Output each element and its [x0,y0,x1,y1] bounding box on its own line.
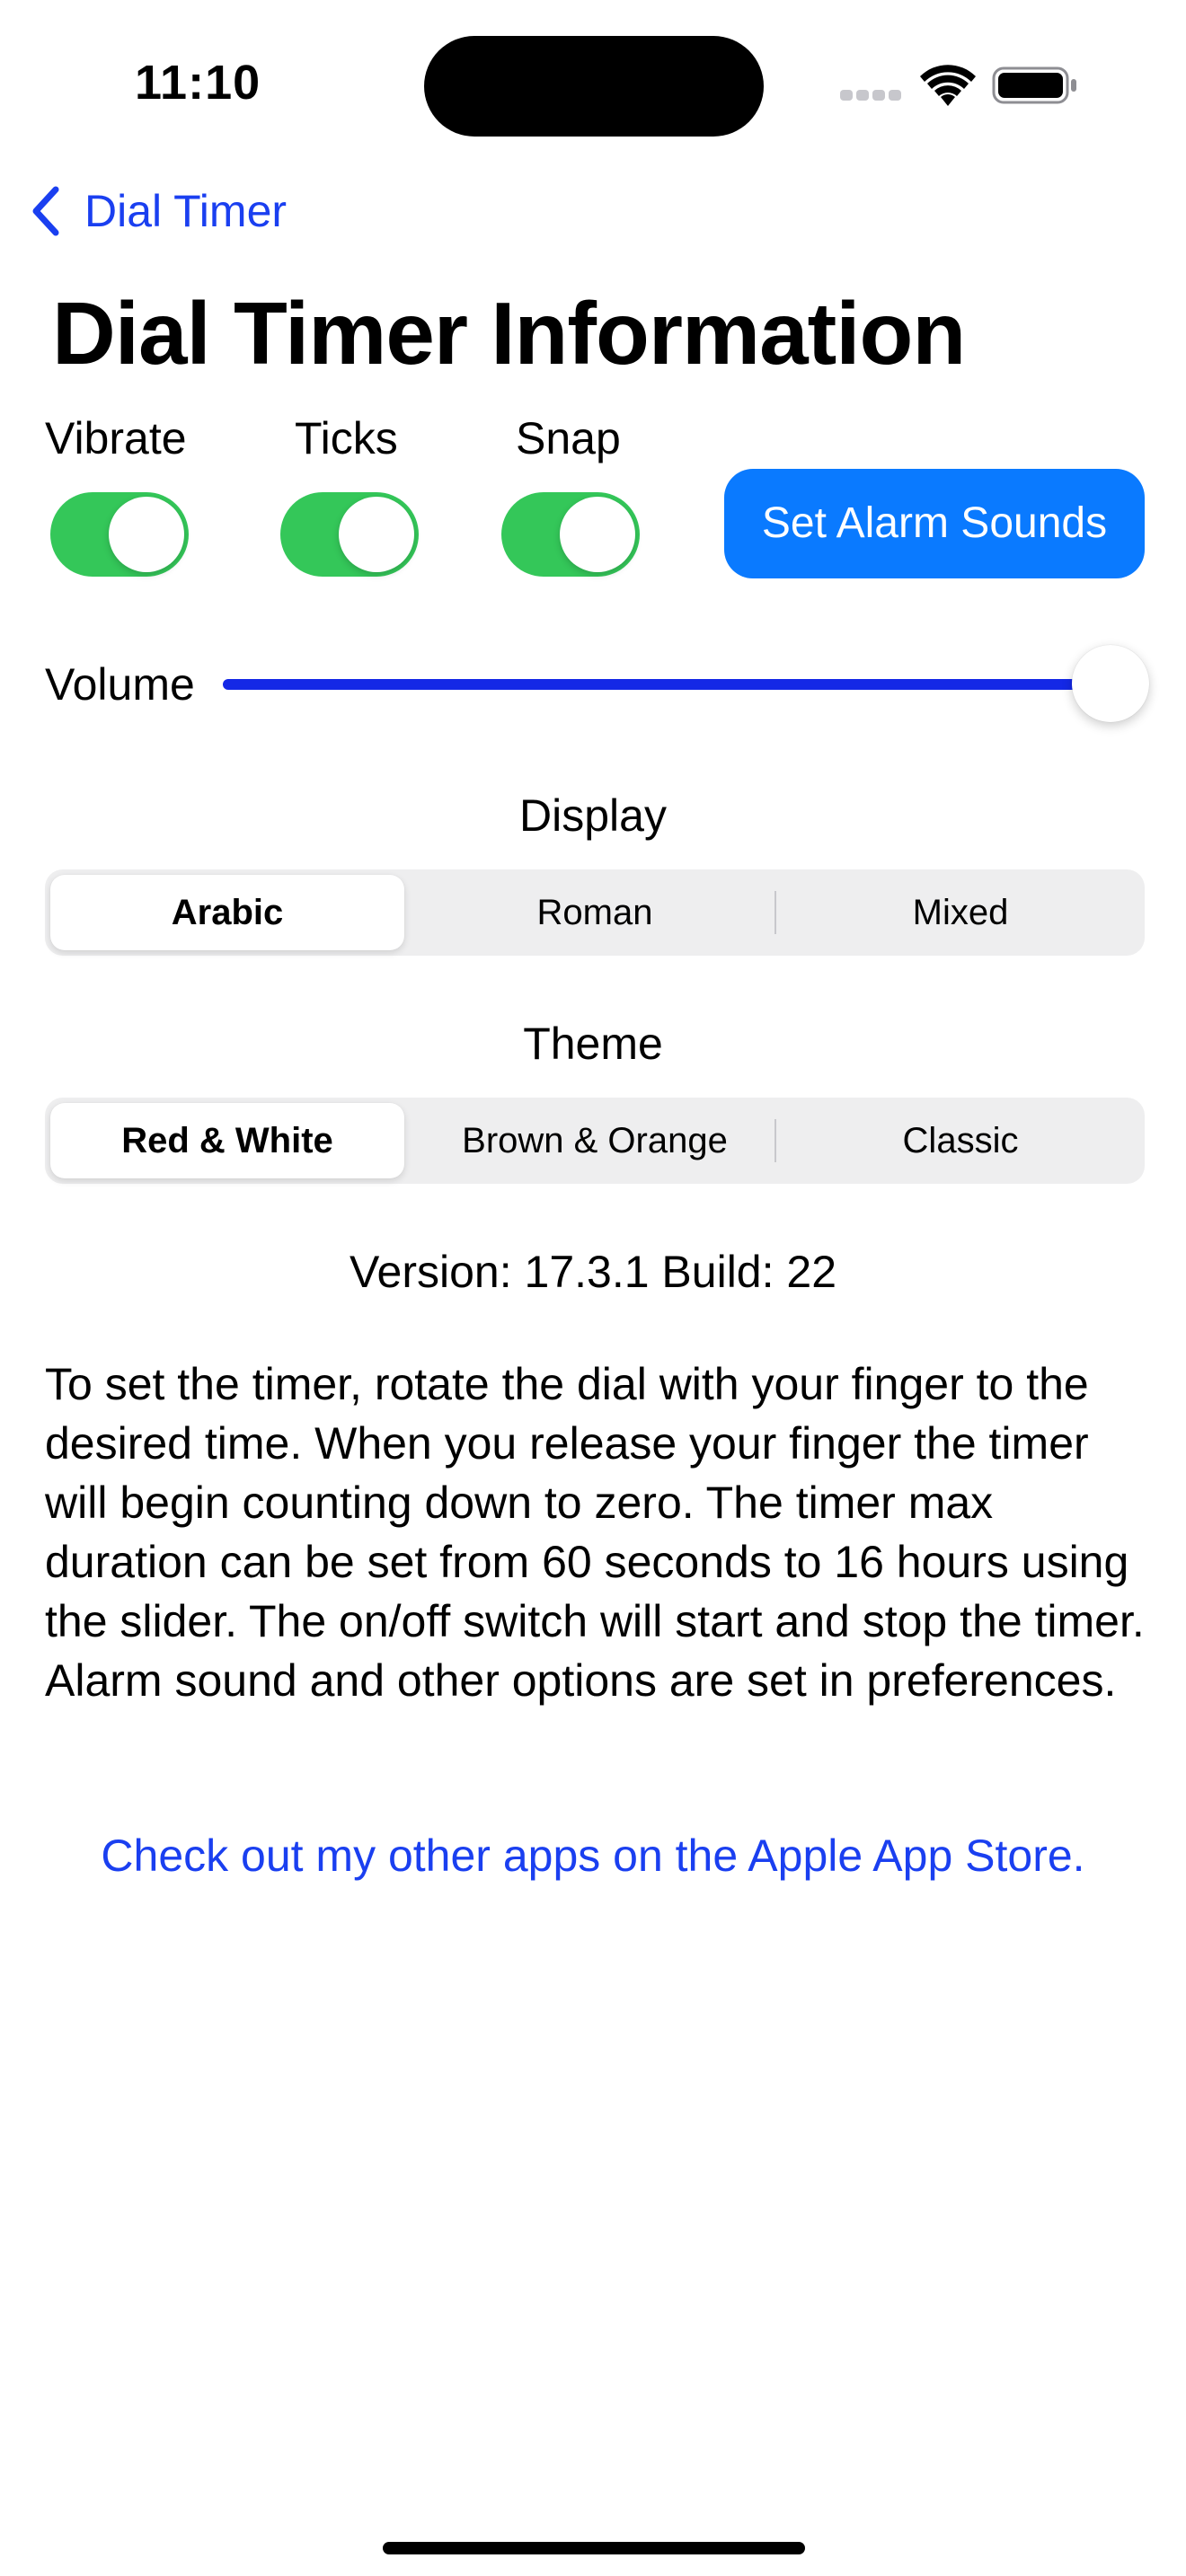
back-button[interactable]: Dial Timer [27,180,314,243]
display-title: Display [519,790,667,841]
display-segmented-control: Arabic Roman Mixed [45,869,1145,956]
segment-arabic[interactable]: Arabic [50,875,404,950]
volume-slider-thumb[interactable] [1072,645,1149,722]
status-time: 11:10 [135,56,261,110]
ticks-switch[interactable] [280,492,419,577]
vibrate-label: Vibrate [45,413,187,463]
version-text: Version: 17.3.1 Build: 22 [349,1247,837,1297]
chevron-left-icon [32,186,59,236]
dynamic-island [424,36,764,137]
theme-title: Theme [523,1019,663,1069]
snap-switch[interactable] [501,492,640,577]
switch-knob [109,497,184,572]
segment-brown-orange[interactable]: Brown & Orange [415,1103,774,1178]
page-title: Dial Timer Information [52,284,966,383]
switch-knob [339,497,414,572]
segment-divider [774,1119,776,1162]
set-alarm-sounds-button[interactable]: Set Alarm Sounds [724,469,1145,578]
segment-roman[interactable]: Roman [415,875,774,950]
segment-divider [774,891,776,934]
segment-mixed[interactable]: Mixed [782,875,1139,950]
back-label: Dial Timer [84,186,288,236]
instructions-text: To set the timer, rotate the dial with y… [45,1359,1145,1706]
ticks-label: Ticks [295,413,398,463]
segment-red-white[interactable]: Red & White [50,1103,404,1178]
wifi-icon [918,65,978,110]
cellular-signal-icon [840,90,903,104]
app-store-link[interactable]: Check out my other apps on the Apple App… [0,1827,1186,1884]
theme-segmented-control: Red & White Brown & Orange Classic [45,1098,1145,1184]
battery-icon [992,65,1078,106]
snap-label: Snap [516,413,621,463]
switch-knob [560,497,635,572]
volume-slider-track[interactable] [223,679,1112,690]
vibrate-switch[interactable] [50,492,189,577]
home-indicator[interactable] [383,2542,805,2554]
volume-label: Volume [45,659,195,710]
segment-classic[interactable]: Classic [782,1103,1139,1178]
